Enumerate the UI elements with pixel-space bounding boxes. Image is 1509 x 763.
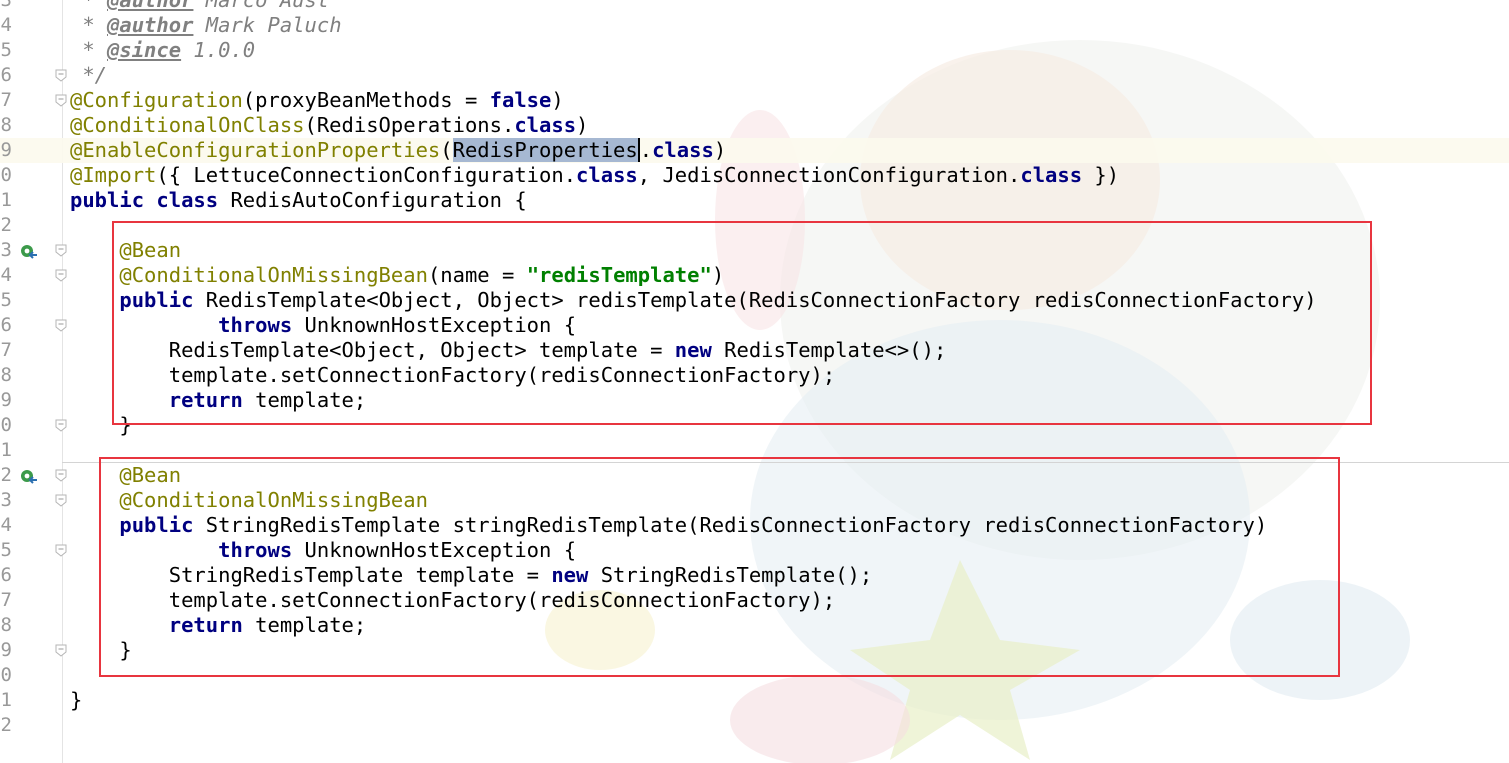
line-number[interactable]: 5	[0, 38, 12, 63]
line-number[interactable]: 4	[0, 513, 12, 538]
line-number[interactable]: 0	[0, 663, 12, 688]
code-editor[interactable]: 3 * @author Marco Aust 4 * @author Mark P…	[0, 0, 1509, 763]
code-text[interactable]: @EnableConfigurationProperties(RedisProp…	[70, 138, 726, 163]
code-token: *	[70, 38, 108, 62]
code-token: @Configuration	[70, 88, 243, 112]
bean-gutter-icon[interactable]	[20, 467, 38, 485]
line-number[interactable]: 8	[0, 113, 12, 138]
code-line[interactable]: 2	[0, 713, 1509, 738]
line-number[interactable]: 7	[0, 588, 12, 613]
code-token: })	[1082, 163, 1120, 187]
bean-gutter-icon[interactable]	[20, 242, 38, 260]
code-token: RedisAutoConfiguration {	[218, 188, 527, 212]
fold-marker-icon[interactable]	[54, 469, 68, 482]
code-line[interactable]: 3 * @author Marco Aust	[0, 0, 1509, 13]
code-token: 1.0.0	[181, 38, 256, 62]
fold-marker-icon[interactable]	[54, 69, 68, 82]
fold-marker-icon[interactable]	[54, 94, 68, 107]
line-number[interactable]: 5	[0, 288, 12, 313]
fold-marker-icon[interactable]	[54, 419, 68, 432]
code-token: class	[652, 138, 714, 162]
fold-marker-icon[interactable]	[54, 544, 68, 557]
code-token: *	[70, 13, 108, 37]
line-number[interactable]: 1	[0, 688, 12, 713]
line-number[interactable]: 1	[0, 188, 12, 213]
line-number[interactable]: 9	[0, 138, 12, 163]
line-number[interactable]: 4	[0, 13, 12, 38]
code-token: ({ LettuceConnectionConfiguration.	[156, 163, 577, 187]
code-token: *	[70, 0, 108, 12]
line-number[interactable]: 6	[0, 563, 12, 588]
highlight-box-redis-template	[112, 221, 1372, 425]
line-number[interactable]: 5	[0, 538, 12, 563]
code-token: }	[70, 688, 83, 712]
code-text[interactable]: @ConditionalOnClass(RedisOperations.clas…	[70, 113, 588, 138]
line-number[interactable]: 1	[0, 438, 12, 463]
code-text[interactable]: * @author Mark Paluch	[70, 13, 342, 38]
fold-marker-icon[interactable]	[54, 269, 68, 282]
code-text[interactable]: * @since 1.0.0	[70, 38, 255, 63]
code-token: (RedisOperations.	[304, 113, 515, 137]
line-number[interactable]: 3	[0, 0, 12, 13]
code-token: (	[440, 138, 453, 162]
code-line[interactable]: 7 @Configuration(proxyBeanMethods = false…	[0, 88, 1509, 113]
fold-marker-icon[interactable]	[54, 319, 68, 332]
line-number[interactable]: 6	[0, 313, 12, 338]
highlight-box-string-redis-template	[99, 457, 1340, 677]
fold-marker-icon[interactable]	[54, 244, 68, 257]
line-number[interactable]: 0	[0, 413, 12, 438]
code-line[interactable]: 9 @EnableConfigurationProperties(RedisPro…	[0, 138, 1509, 163]
code-text[interactable]: }	[70, 688, 82, 713]
line-number[interactable]: 9	[0, 388, 12, 413]
code-line[interactable]: 4 * @author Mark Paluch	[0, 13, 1509, 38]
code-token: @author	[107, 13, 194, 37]
code-line[interactable]: 1 public class RedisAutoConfiguration {	[0, 188, 1509, 213]
line-number[interactable]: 8	[0, 363, 12, 388]
code-token: @Import	[70, 163, 157, 187]
code-text[interactable]: * @author Marco Aust	[70, 0, 329, 13]
code-token: class	[1020, 163, 1083, 187]
line-number[interactable]: 2	[0, 213, 12, 238]
code-token: @since	[107, 38, 182, 62]
code-text[interactable]: public class RedisAutoConfiguration {	[70, 188, 527, 213]
line-number[interactable]: 2	[0, 713, 12, 738]
line-number[interactable]: 7	[0, 88, 12, 113]
code-token: class	[576, 163, 638, 187]
code-line[interactable]: 1}	[0, 688, 1509, 713]
line-number[interactable]: 4	[0, 263, 12, 288]
code-token: false	[489, 88, 552, 112]
code-token: .	[639, 138, 653, 162]
code-token: Marco Aust	[193, 0, 330, 12]
code-text[interactable]: */	[70, 63, 107, 88]
code-text[interactable]: @Configuration(proxyBeanMethods = false)	[70, 88, 564, 113]
selected-text: RedisProperties	[452, 138, 640, 162]
code-line[interactable]: 6 */	[0, 63, 1509, 88]
line-number[interactable]: 9	[0, 638, 12, 663]
code-token: Mark Paluch	[193, 13, 342, 37]
code-text[interactable]: @Import({ LettuceConnectionConfiguration…	[70, 163, 1119, 188]
code-line[interactable]: 5 * @since 1.0.0	[0, 38, 1509, 63]
code-token: )	[713, 138, 727, 162]
code-token: class	[514, 113, 577, 137]
line-number[interactable]: 2	[0, 463, 12, 488]
line-number[interactable]: 7	[0, 338, 12, 363]
line-number[interactable]: 3	[0, 488, 12, 513]
code-token: )	[551, 88, 564, 112]
code-token: )	[576, 113, 589, 137]
code-line[interactable]: 8 @ConditionalOnClass(RedisOperations.cla…	[0, 113, 1509, 138]
code-token: (proxyBeanMethods =	[242, 88, 490, 112]
code-line[interactable]: 0 @Import({ LettuceConnectionConfiguratio…	[0, 163, 1509, 188]
fold-marker-icon[interactable]	[54, 494, 68, 507]
line-number[interactable]: 3	[0, 238, 12, 263]
fold-marker-icon[interactable]	[54, 644, 68, 657]
code-token: @author	[107, 0, 194, 12]
code-token: , JedisConnectionConfiguration.	[637, 163, 1021, 187]
code-token: @ConditionalOnClass	[70, 113, 305, 137]
code-token: @EnableConfigurationProperties	[70, 138, 441, 162]
code-token: */	[70, 63, 108, 87]
line-number[interactable]: 6	[0, 63, 12, 88]
line-number[interactable]: 8	[0, 613, 12, 638]
code-token: public class	[70, 188, 219, 212]
line-number[interactable]: 0	[0, 163, 12, 188]
